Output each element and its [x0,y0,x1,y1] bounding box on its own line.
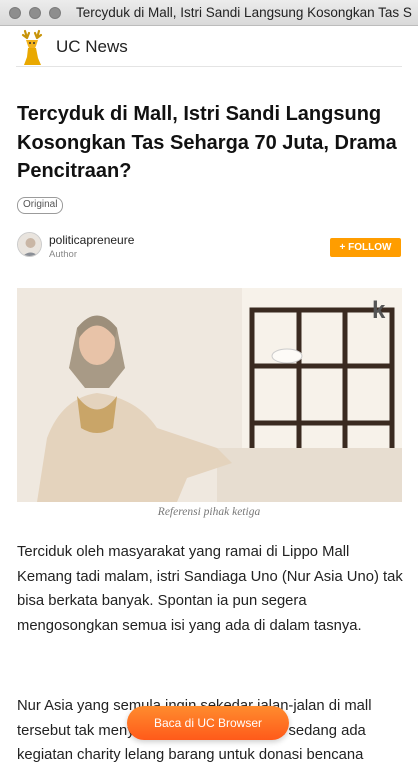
author-avatar[interactable] [17,232,42,257]
article-title: Tercyduk di Mall, Istri Sandi Langsung K… [17,103,397,182]
original-tag: Original [17,197,64,214]
article-image: k [17,288,402,502]
close-window-button[interactable] [9,7,21,19]
article-paragraph-1: Terciduk oleh masyarakat yang ramai di L… [17,544,403,634]
window-titlebar: Tercyduk di Mall, Istri Sandi Langsung K… [0,0,418,26]
zoom-window-button[interactable] [49,7,61,19]
image-caption: Referensi pihak ketiga [157,506,261,518]
header-divider [16,66,402,67]
author-name[interactable]: politicapreneure [49,233,134,247]
minimize-window-button[interactable] [29,7,41,19]
author-role: Author [49,249,77,260]
window-title: Tercyduk di Mall, Istri Sandi Langsung K… [76,5,412,20]
deer-logo-icon[interactable] [16,28,48,68]
app-header: UC News [0,26,418,68]
open-in-uc-browser-button[interactable]: Baca di UC Browser [127,706,289,740]
follow-button[interactable]: + FOLLOW [330,238,401,257]
brand-name: UC News [56,37,128,56]
svg-text:k: k [372,297,386,324]
